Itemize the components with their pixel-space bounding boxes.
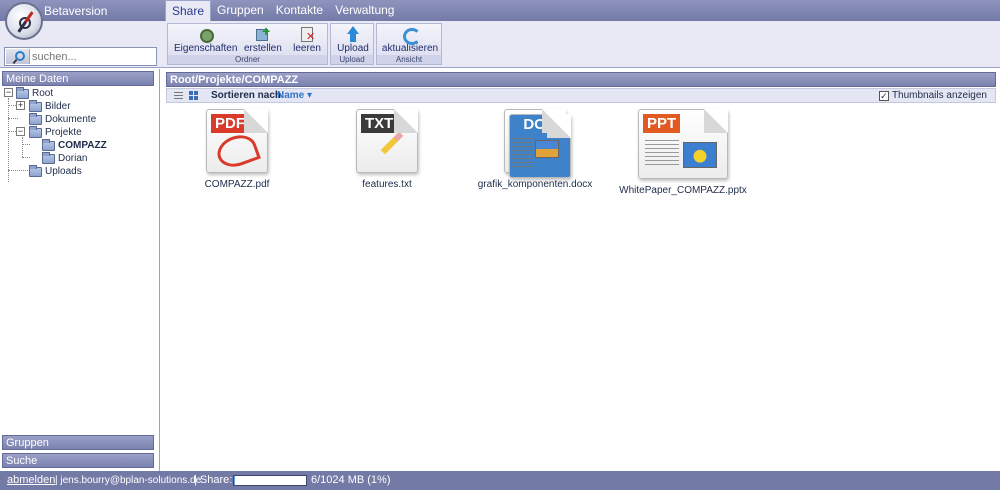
file-browser: Root/Projekte/COMPAZZ Sortieren nach: Na…	[162, 69, 1000, 471]
folder-icon	[42, 152, 55, 164]
ribbon-group-ansicht: aktualisieren Ansicht	[376, 23, 442, 65]
ribbon-group-title: Upload	[331, 55, 373, 64]
pdf-file-icon: PDF	[206, 109, 268, 173]
sort-dropdown[interactable]: Name ▾	[277, 90, 312, 101]
share-usage-bar	[233, 475, 307, 486]
delete-icon	[298, 26, 316, 43]
tab-share[interactable]: Share	[165, 0, 212, 21]
file-type-badge: TXT	[361, 114, 398, 133]
txt-file-icon: TXT	[356, 109, 418, 173]
file-name: COMPAZZ.pdf	[204, 179, 270, 190]
tree-item-bilder[interactable]: Bilder	[45, 100, 71, 113]
tab-gruppen[interactable]: Gruppen	[211, 0, 270, 21]
collapse-root-toggle[interactable]: −	[4, 88, 13, 97]
app-header: Betaversion Share Gruppen Kontakte Verwa…	[0, 0, 1000, 68]
user-email: | jens.bourry@bplan-solutions.de	[55, 475, 202, 486]
file-type-badge: PDF	[211, 114, 249, 133]
file-item-grafik-docx[interactable]: DOC grafik_komponenten.docx	[460, 109, 610, 190]
doc-file-icon: DOC	[504, 109, 571, 178]
sidebar: Meine Daten − Root + Bilder Dokumente − …	[0, 69, 160, 471]
tree-item-compazz[interactable]: COMPAZZ	[58, 139, 107, 152]
tree-item-root[interactable]: Root	[32, 87, 53, 100]
ppt-file-icon: PPT	[638, 109, 728, 179]
tab-kontakte[interactable]: Kontakte	[270, 0, 329, 21]
section-suche[interactable]: Suche	[2, 453, 154, 468]
tree-item-dokumente[interactable]: Dokumente	[45, 113, 96, 126]
top-bar	[0, 0, 1000, 21]
properties-icon	[196, 26, 214, 43]
folder-icon	[29, 113, 42, 125]
tree-item-projekte[interactable]: Projekte	[45, 126, 82, 139]
upload-label: Upload	[337, 43, 369, 54]
properties-button[interactable]: Eigenschaften	[174, 26, 238, 54]
search-box	[4, 47, 157, 66]
file-type-badge: PPT	[643, 114, 681, 133]
main-tabs: Share Gruppen Kontakte Verwaltung	[165, 0, 400, 21]
search-input[interactable]	[32, 49, 154, 64]
file-item-compazz-pdf[interactable]: PDF COMPAZZ.pdf	[162, 109, 312, 190]
upload-arrow-icon	[344, 26, 362, 42]
section-gruppen[interactable]: Gruppen	[2, 435, 154, 450]
folder-icon	[42, 139, 55, 151]
share-usage-fill	[234, 476, 235, 485]
compass-logo-icon	[5, 2, 43, 40]
tree-item-uploads[interactable]: Uploads	[45, 165, 82, 178]
add-folder-icon	[253, 23, 271, 42]
tree-item-dorian[interactable]: Dorian	[58, 152, 87, 165]
file-item-features-txt[interactable]: TXT features.txt	[312, 109, 462, 190]
search-icon[interactable]	[6, 49, 30, 64]
refresh-icon	[401, 26, 421, 45]
sort-label: Sortieren nach:	[211, 90, 285, 101]
file-name: features.txt	[362, 179, 412, 190]
thumbnails-checkbox[interactable]: ✓	[878, 91, 889, 101]
ribbon-group-title: Ordner	[168, 55, 327, 64]
ribbon-group-ordner: Eigenschaften erstellen leeren Ordner	[167, 23, 328, 65]
ribbon-group-upload: Upload Upload	[330, 23, 374, 65]
create-folder-button[interactable]: erstellen	[244, 23, 282, 54]
status-bar: abmelden | jens.bourry@bplan-solutions.d…	[0, 471, 1000, 490]
file-name: WhitePaper_COMPAZZ.pptx	[619, 185, 747, 196]
list-view-icon[interactable]	[174, 91, 184, 100]
share-label: | Share:	[194, 474, 233, 486]
file-name: grafik_komponenten.docx	[477, 179, 593, 190]
create-folder-label: erstellen	[244, 43, 282, 54]
tab-verwaltung[interactable]: Verwaltung	[329, 0, 400, 21]
logout-link[interactable]: abmelden	[7, 471, 55, 490]
grid-view-icon[interactable]	[189, 91, 199, 100]
empty-folder-button[interactable]: leeren	[292, 26, 322, 54]
collapse-projekte-toggle[interactable]: −	[16, 127, 25, 136]
view-toolbar: Sortieren nach: Name ▾ ✓ Thumbnails anze…	[166, 88, 996, 103]
thumbnails-label: Thumbnails anzeigen	[891, 90, 987, 101]
ribbon-group-title: Ansicht	[377, 55, 441, 64]
folder-icon	[16, 87, 29, 99]
empty-folder-label: leeren	[293, 43, 321, 54]
expand-bilder-toggle[interactable]: +	[16, 101, 25, 110]
properties-label: Eigenschaften	[174, 43, 238, 54]
thumbnails-toggle[interactable]: ✓ Thumbnails anzeigen	[878, 90, 987, 101]
folder-icon	[29, 126, 42, 138]
breadcrumb: Root/Projekte/COMPAZZ	[166, 72, 996, 87]
file-item-whitepaper-pptx[interactable]: PPT WhitePaper_COMPAZZ.pptx	[608, 109, 758, 196]
upload-button[interactable]: Upload	[335, 26, 371, 54]
version-label: Betaversion	[44, 4, 108, 18]
folder-icon	[29, 100, 42, 112]
share-usage-text: 6/1024 MB (1%)	[311, 474, 391, 486]
folder-icon	[29, 165, 42, 177]
refresh-button[interactable]: aktualisieren	[381, 26, 439, 54]
section-meine-daten[interactable]: Meine Daten	[2, 71, 154, 86]
